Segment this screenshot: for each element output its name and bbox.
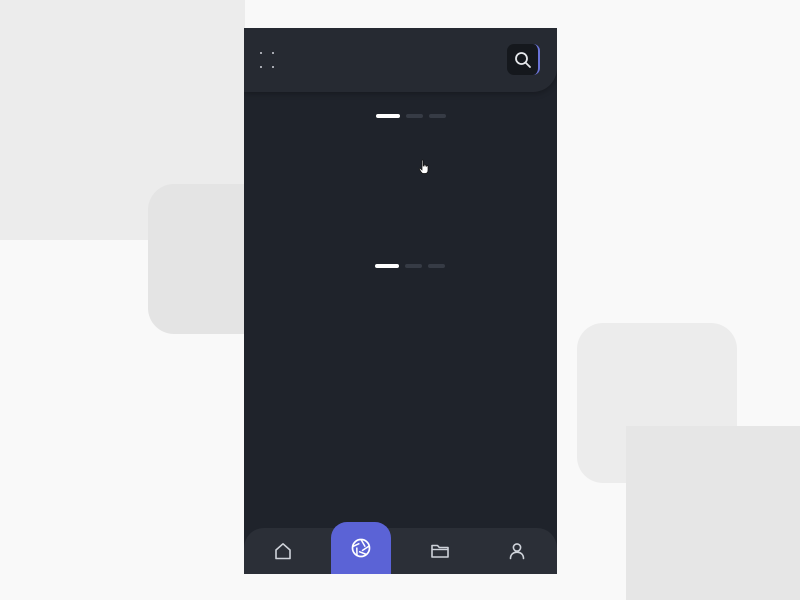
carousel-dash[interactable] — [428, 264, 445, 268]
folder-icon — [431, 544, 449, 558]
background-shape — [626, 426, 800, 600]
phone-screen — [244, 28, 557, 574]
carousel-indicator — [375, 264, 445, 268]
search-button[interactable] — [507, 44, 540, 75]
user-icon — [509, 543, 525, 560]
nav-folder-button[interactable] — [410, 528, 470, 574]
carousel-indicator — [376, 114, 446, 118]
pointer-cursor-icon — [418, 159, 429, 174]
nav-home-button[interactable] — [253, 528, 313, 574]
carousel-dash[interactable] — [406, 114, 423, 118]
carousel-dash[interactable] — [405, 264, 422, 268]
carousel-dash-active[interactable] — [376, 114, 400, 118]
carousel-dash-active[interactable] — [375, 264, 399, 268]
nav-profile-button[interactable] — [487, 528, 547, 574]
aperture-icon — [351, 538, 371, 558]
menu-dots-icon[interactable] — [258, 50, 276, 68]
search-icon — [514, 51, 531, 68]
bottom-navigation — [244, 528, 557, 574]
top-bar — [244, 28, 557, 92]
stage — [0, 0, 800, 600]
home-icon — [275, 543, 291, 560]
carousel-dash[interactable] — [429, 114, 446, 118]
nav-camera-button[interactable] — [331, 522, 391, 574]
